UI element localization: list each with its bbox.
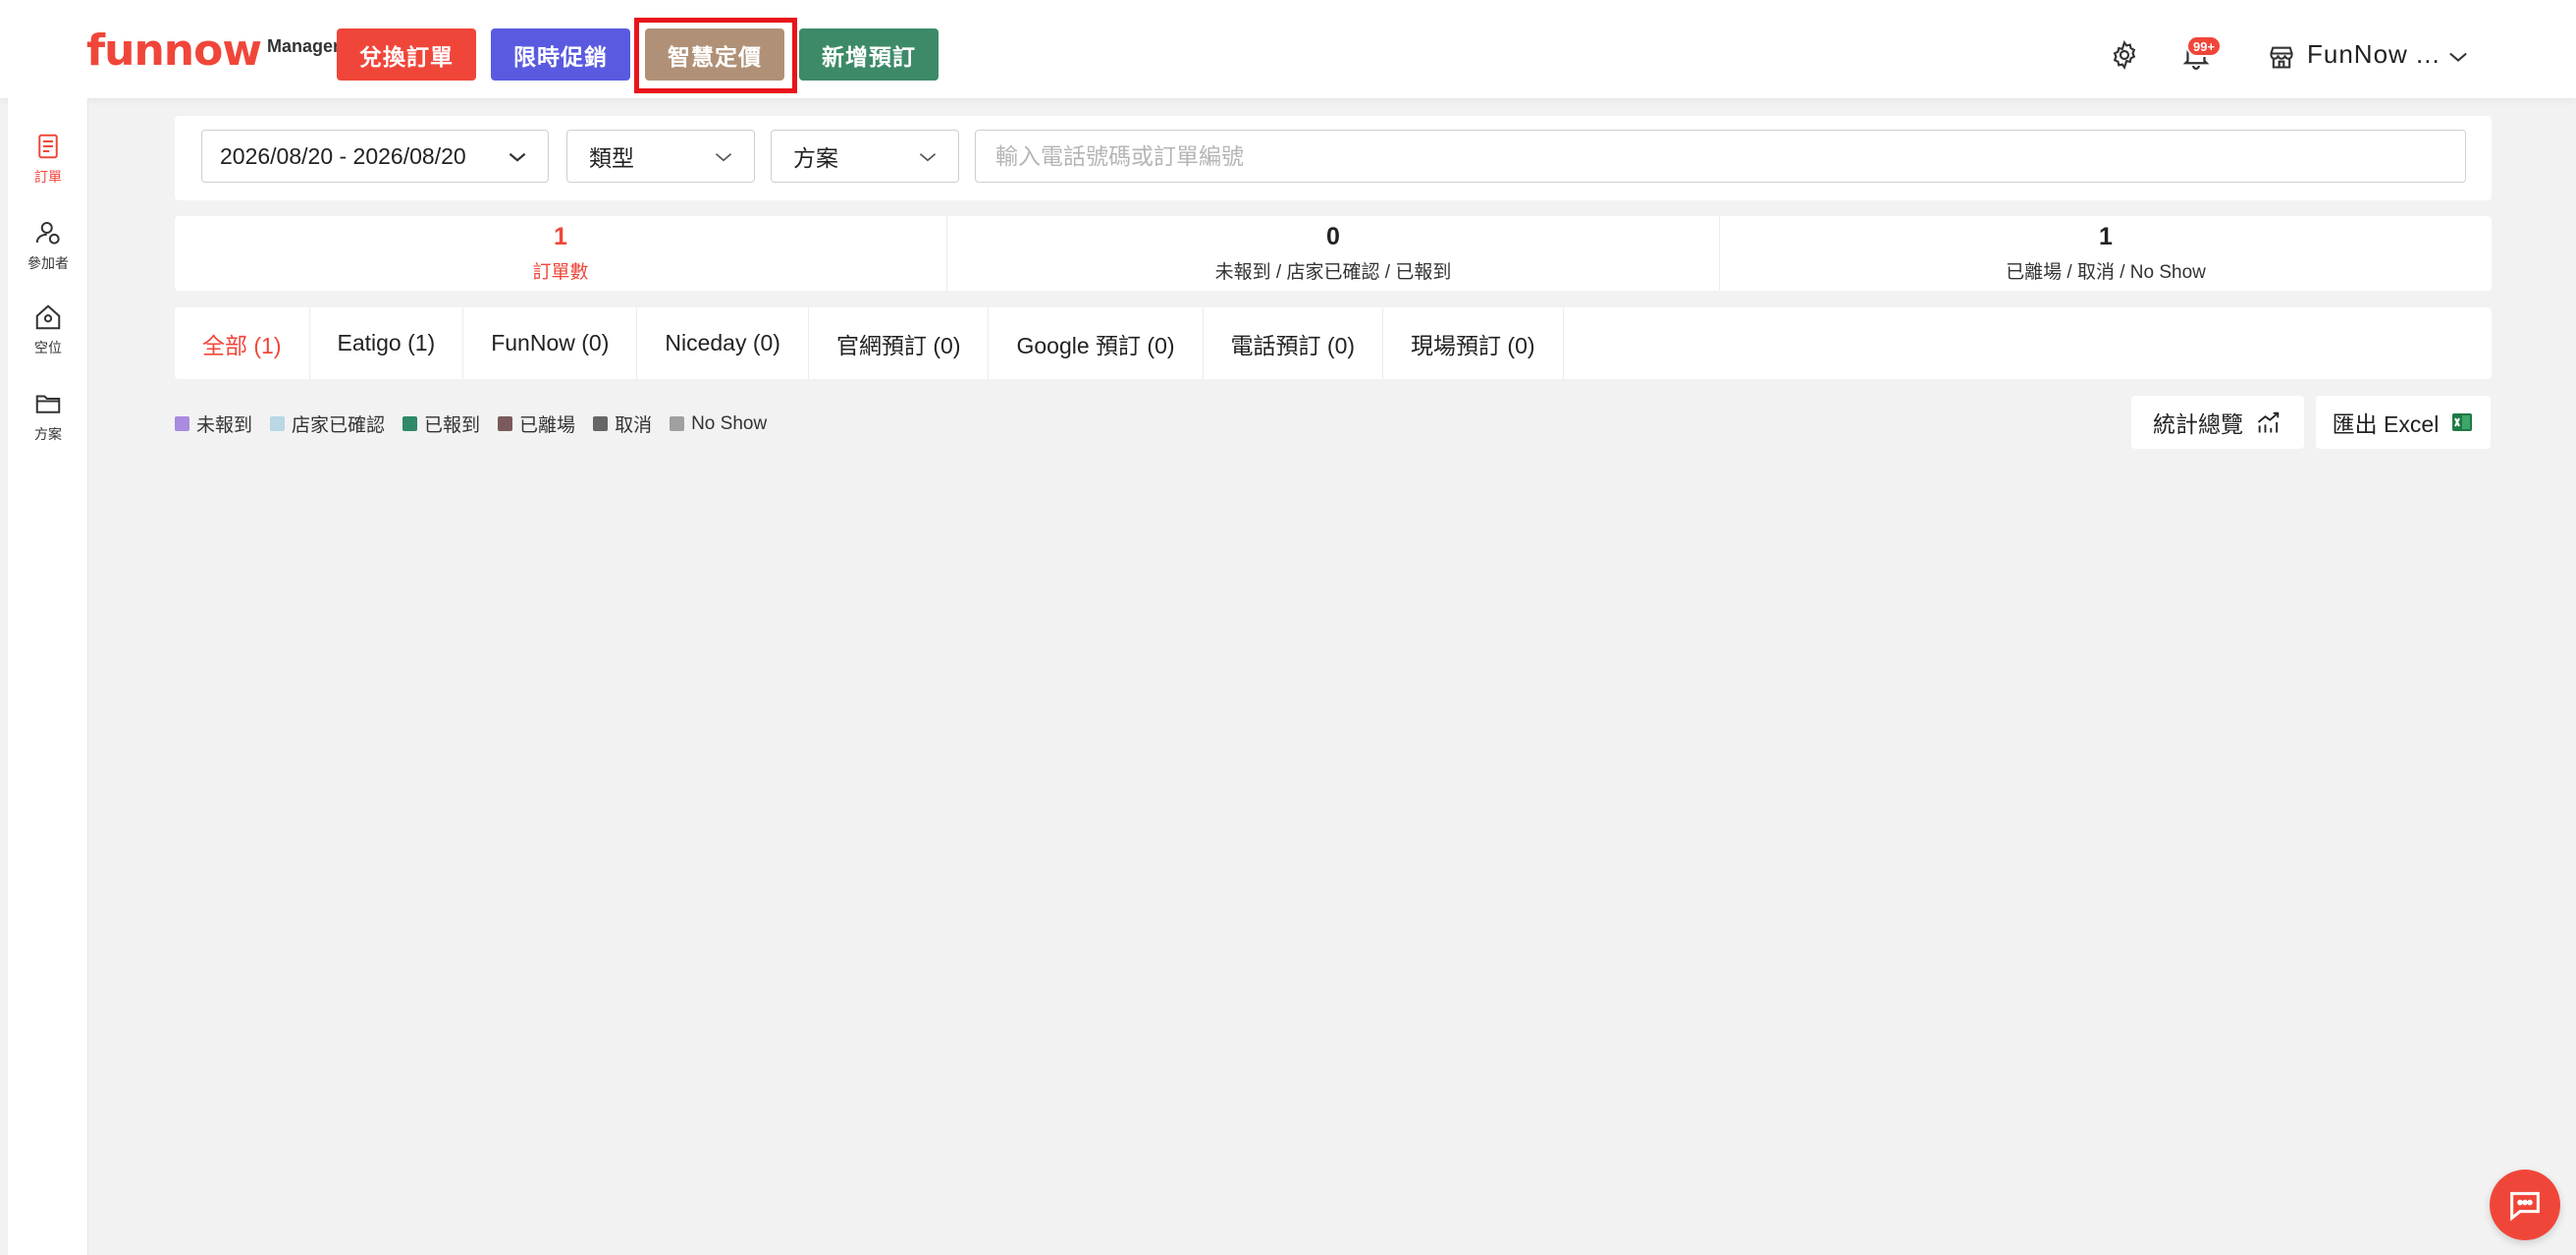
date-range-value: 2026/08/20 - 2026/08/20 [220,142,466,169]
chat-icon [2510,1191,2540,1222]
sidebar-item-vacancy[interactable]: 空位 [8,302,88,357]
export-excel-label: 匯出 Excel [2332,411,2440,437]
sidebar: 訂單 參加者 空位 方案 [8,98,88,1255]
chart-trend-icon [2257,411,2280,433]
folder-icon [35,395,61,413]
tab-all[interactable]: 全部 (1) [175,307,310,379]
legend-label: No Show [691,412,768,434]
funnow-logo[interactable]: funnow Manager [86,29,340,73]
stats-overview-button[interactable]: 統計總覽 [2131,396,2304,449]
legend-swatch [175,416,189,431]
highlight-box [634,18,797,93]
stats-summary: 1 訂單數 0 未報到 / 店家已確認 / 已報到 1 已離場 / 取消 / N… [175,216,2492,291]
legend-item: 店家已確認 [270,410,385,437]
legend-swatch [670,416,685,431]
excel-icon [2452,413,2473,431]
export-excel-button[interactable]: 匯出 Excel [2316,396,2491,449]
stats-overview-label: 統計總覽 [2153,411,2243,437]
legend-item: No Show [670,413,767,435]
tab-funnow[interactable]: FunNow (0) [463,307,638,379]
chat-button[interactable] [2490,1170,2560,1240]
logo-main-text: funnow [86,26,262,76]
new-booking-button[interactable]: 新增預訂 [799,28,939,81]
plan-value: 方案 [793,145,838,171]
legend-item: 取消 [593,410,652,437]
filter-bar: 2026/08/20 - 2026/08/20 類型 方案 [175,116,2492,200]
logo-sub-text: Manager [267,36,341,56]
legend-item: 未報到 [175,410,252,437]
search-input[interactable] [975,130,2466,183]
type-select[interactable]: 類型 [566,130,755,183]
sidebar-item-label: 訂單 [34,169,62,185]
stat-order-count: 1 訂單數 [175,216,947,291]
source-tabs: 全部 (1) Eatigo (1) FunNow (0) Niceday (0)… [175,307,2492,379]
legend-swatch [402,416,418,431]
stat-label: 訂單數 [532,262,589,283]
legend-item: 已離場 [498,410,575,437]
flash-sale-button[interactable]: 限時促銷 [491,28,630,81]
legend-label: 取消 [615,415,653,436]
plan-select[interactable]: 方案 [771,130,959,183]
stat-left-cancelled-noshow: 1 已離場 / 取消 / No Show [1720,216,2492,291]
sidebar-item-label: 空位 [34,340,62,355]
stat-value: 1 [2099,223,2113,250]
sidebar-item-plans[interactable]: 方案 [8,389,88,444]
top-bar: funnow Manager 兌換訂單 限時促銷 智慧定價 新增預訂 99+ F… [0,0,2576,98]
store-selector[interactable]: FunNow ... [2307,39,2441,70]
sidebar-item-label: 方案 [34,426,62,442]
stat-label: 未報到 / 店家已確認 / 已報到 [1214,262,1452,283]
legend-label: 未報到 [196,415,253,436]
sidebar-item-participants[interactable]: 參加者 [8,218,88,273]
user-icon [35,222,60,245]
tab-website[interactable]: 官網預訂 (0) [809,307,990,379]
chevron-down-icon[interactable] [2444,43,2472,71]
tab-walk-in[interactable]: 現場預訂 (0) [1383,307,1564,379]
legend-label: 已報到 [424,415,481,436]
legend-label: 已離場 [519,415,576,436]
tab-phone[interactable]: 電話預訂 (0) [1204,307,1384,379]
status-legend: 未報到 店家已確認 已報到 已離場 取消 No Show [175,410,784,437]
stat-value: 0 [1326,223,1340,250]
home-icon [35,304,61,330]
legend-label: 店家已確認 [292,415,386,436]
chevron-down-icon [715,153,732,162]
chevron-down-icon [919,153,937,162]
date-range-select[interactable]: 2026/08/20 - 2026/08/20 [201,130,549,183]
legend-swatch [270,416,286,431]
type-value: 類型 [589,145,634,171]
chevron-down-icon [509,152,526,162]
sidebar-item-orders[interactable]: 訂單 [8,132,88,187]
legend-swatch [498,416,513,431]
document-icon [38,134,58,159]
redeem-order-button[interactable]: 兌換訂單 [337,28,476,81]
sidebar-item-label: 參加者 [27,255,69,271]
gear-icon[interactable] [2109,39,2140,71]
tab-google[interactable]: Google 預訂 (0) [989,307,1204,379]
stat-pending-confirmed-checked-in: 0 未報到 / 店家已確認 / 已報到 [947,216,1720,291]
tab-niceday[interactable]: Niceday (0) [637,307,809,379]
legend-swatch [593,416,609,431]
stat-label: 已離場 / 取消 / No Show [2006,262,2206,283]
stat-value: 1 [554,223,567,250]
notification-badge: 99+ [2186,35,2223,57]
tab-eatigo[interactable]: Eatigo (1) [310,307,464,379]
legend-item: 已報到 [402,410,480,437]
store-icon [2270,46,2293,69]
